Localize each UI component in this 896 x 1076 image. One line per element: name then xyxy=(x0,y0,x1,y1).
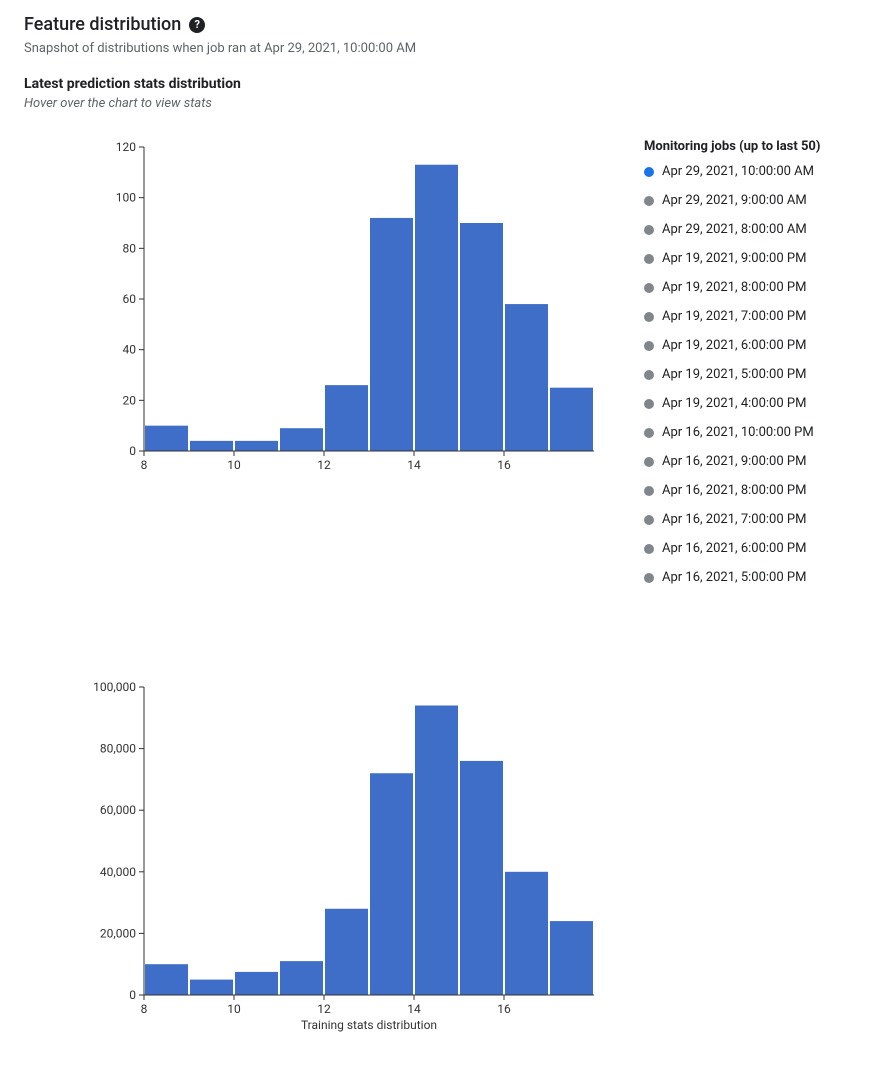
help-icon[interactable]: ? xyxy=(189,17,205,33)
job-label: Apr 19, 2021, 4:00:00 PM xyxy=(662,396,806,411)
bar[interactable] xyxy=(550,388,593,451)
svg-text:120: 120 xyxy=(116,140,136,154)
monitoring-job-item[interactable]: Apr 19, 2021, 5:00:00 PM xyxy=(644,367,820,382)
job-label: Apr 16, 2021, 7:00:00 PM xyxy=(662,512,806,527)
job-dot-icon xyxy=(644,341,654,351)
monitoring-job-item[interactable]: Apr 16, 2021, 5:00:00 PM xyxy=(644,570,820,585)
job-label: Apr 16, 2021, 10:00:00 PM xyxy=(662,425,814,440)
svg-text:0: 0 xyxy=(129,444,136,458)
bar[interactable] xyxy=(325,385,368,451)
svg-text:100: 100 xyxy=(116,191,136,205)
svg-text:10: 10 xyxy=(227,1002,241,1016)
monitoring-job-item[interactable]: Apr 16, 2021, 9:00:00 PM xyxy=(644,454,820,469)
svg-text:Training stats distribution: Training stats distribution xyxy=(301,1018,437,1032)
job-dot-icon xyxy=(644,312,654,322)
job-dot-icon xyxy=(644,399,654,409)
bar[interactable] xyxy=(415,165,458,451)
job-dot-icon xyxy=(644,167,654,177)
bar[interactable] xyxy=(145,426,188,451)
job-dot-icon xyxy=(644,428,654,438)
job-label: Apr 19, 2021, 8:00:00 PM xyxy=(662,280,806,295)
monitoring-job-item[interactable]: Apr 29, 2021, 8:00:00 AM xyxy=(644,222,820,237)
bar[interactable] xyxy=(280,428,323,451)
job-label: Apr 29, 2021, 9:00:00 AM xyxy=(662,193,807,208)
bar[interactable] xyxy=(460,761,503,995)
bar[interactable] xyxy=(370,773,413,995)
bar[interactable] xyxy=(505,872,548,995)
svg-text:8: 8 xyxy=(141,458,148,472)
job-dot-icon xyxy=(644,544,654,554)
bar[interactable] xyxy=(505,304,548,451)
job-label: Apr 19, 2021, 6:00:00 PM xyxy=(662,338,806,353)
section-title: Latest prediction stats distribution xyxy=(24,76,872,92)
bar[interactable] xyxy=(415,705,458,995)
svg-text:16: 16 xyxy=(497,1002,511,1016)
job-label: Apr 29, 2021, 8:00:00 AM xyxy=(662,222,807,237)
monitoring-job-item[interactable]: Apr 16, 2021, 8:00:00 PM xyxy=(644,483,820,498)
monitoring-jobs-panel: Monitoring jobs (up to last 50) Apr 29, … xyxy=(644,135,820,599)
job-label: Apr 19, 2021, 7:00:00 PM xyxy=(662,309,806,324)
monitoring-job-item[interactable]: Apr 19, 2021, 9:00:00 PM xyxy=(644,251,820,266)
svg-text:80: 80 xyxy=(123,241,137,255)
bar[interactable] xyxy=(370,218,413,451)
prediction-chart[interactable]: 0 20 40 60 80 100 120 8 10 12 14 16 xyxy=(84,135,604,475)
monitoring-job-item[interactable]: Apr 16, 2021, 10:00:00 PM xyxy=(644,425,820,440)
svg-text:12: 12 xyxy=(317,1002,331,1016)
svg-text:40: 40 xyxy=(123,343,137,357)
job-dot-icon xyxy=(644,196,654,206)
job-dot-icon xyxy=(644,486,654,496)
job-label: Apr 19, 2021, 9:00:00 PM xyxy=(662,251,806,266)
svg-text:14: 14 xyxy=(407,458,421,472)
svg-text:60,000: 60,000 xyxy=(100,803,136,817)
job-dot-icon xyxy=(644,515,654,525)
job-dot-icon xyxy=(644,457,654,467)
hint-text: Hover over the chart to view stats xyxy=(24,96,872,111)
svg-text:40,000: 40,000 xyxy=(100,865,136,879)
job-label: Apr 16, 2021, 9:00:00 PM xyxy=(662,454,806,469)
monitoring-job-item[interactable]: Apr 19, 2021, 7:00:00 PM xyxy=(644,309,820,324)
job-dot-icon xyxy=(644,225,654,235)
job-label: Apr 16, 2021, 8:00:00 PM xyxy=(662,483,806,498)
page-title: Feature distribution xyxy=(24,14,181,35)
job-label: Apr 29, 2021, 10:00:00 AM xyxy=(662,164,814,179)
svg-text:0: 0 xyxy=(129,988,136,1002)
bar[interactable] xyxy=(190,980,233,995)
svg-text:12: 12 xyxy=(317,458,331,472)
bar[interactable] xyxy=(325,909,368,995)
job-label: Apr 19, 2021, 5:00:00 PM xyxy=(662,367,806,382)
job-dot-icon xyxy=(644,370,654,380)
job-label: Apr 16, 2021, 5:00:00 PM xyxy=(662,570,806,585)
monitoring-job-item[interactable]: Apr 29, 2021, 10:00:00 AM xyxy=(644,164,820,179)
bar[interactable] xyxy=(190,441,233,451)
monitoring-job-item[interactable]: Apr 16, 2021, 6:00:00 PM xyxy=(644,541,820,556)
bar[interactable] xyxy=(550,921,593,995)
monitoring-jobs-title: Monitoring jobs (up to last 50) xyxy=(644,139,820,154)
monitoring-job-item[interactable]: Apr 19, 2021, 8:00:00 PM xyxy=(644,280,820,295)
svg-text:10: 10 xyxy=(227,458,241,472)
monitoring-job-item[interactable]: Apr 19, 2021, 6:00:00 PM xyxy=(644,338,820,353)
monitoring-job-item[interactable]: Apr 19, 2021, 4:00:00 PM xyxy=(644,396,820,411)
svg-text:8: 8 xyxy=(141,1002,148,1016)
bar[interactable] xyxy=(460,223,503,451)
monitoring-job-item[interactable]: Apr 16, 2021, 7:00:00 PM xyxy=(644,512,820,527)
svg-text:14: 14 xyxy=(407,1002,421,1016)
monitoring-job-item[interactable]: Apr 29, 2021, 9:00:00 AM xyxy=(644,193,820,208)
svg-text:16: 16 xyxy=(497,458,511,472)
job-dot-icon xyxy=(644,283,654,293)
svg-text:60: 60 xyxy=(123,292,137,306)
job-dot-icon xyxy=(644,573,654,583)
training-chart[interactable]: 0 20,000 40,000 60,000 80,000 100,000 8 10 12 14 1… xyxy=(84,675,604,1035)
svg-text:100,000: 100,000 xyxy=(93,680,136,694)
svg-text:80,000: 80,000 xyxy=(100,742,136,756)
svg-text:20: 20 xyxy=(123,393,137,407)
svg-text:20,000: 20,000 xyxy=(100,926,136,940)
bar[interactable] xyxy=(235,972,278,995)
snapshot-subtitle: Snapshot of distributions when job ran a… xyxy=(24,41,872,56)
job-dot-icon xyxy=(644,254,654,264)
bar[interactable] xyxy=(145,964,188,995)
job-label: Apr 16, 2021, 6:00:00 PM xyxy=(662,541,806,556)
bar[interactable] xyxy=(280,961,323,995)
bar[interactable] xyxy=(235,441,278,451)
